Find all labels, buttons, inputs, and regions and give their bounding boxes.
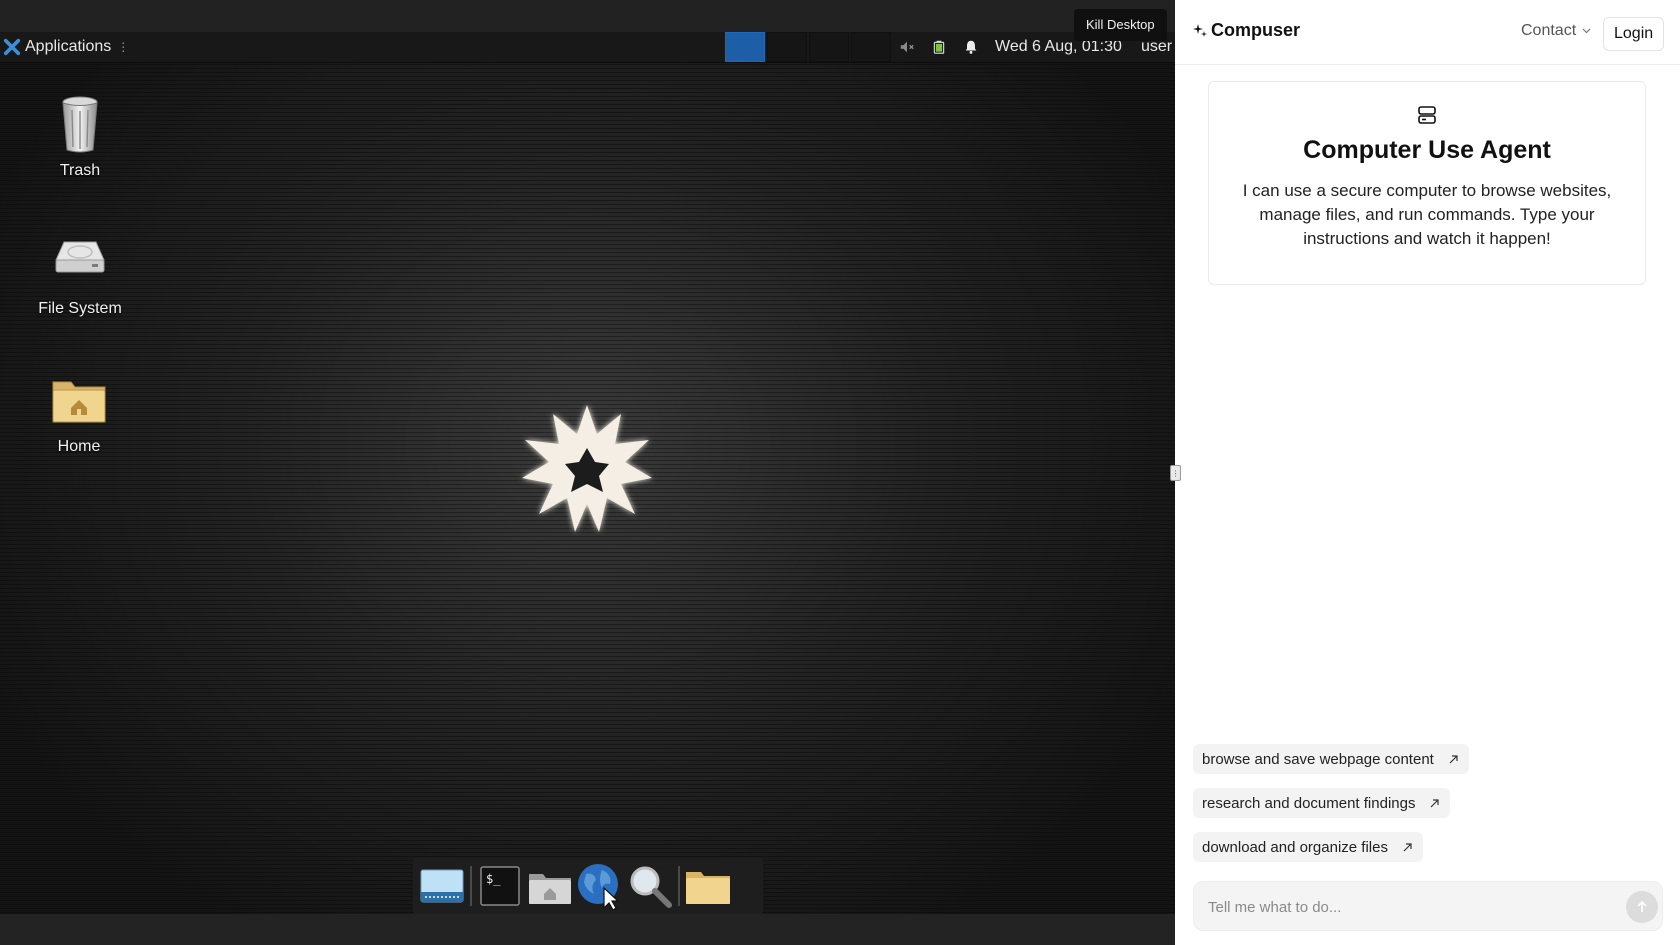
search-icon bbox=[630, 866, 672, 908]
arrow-up-right-icon bbox=[1431, 798, 1440, 807]
dock-files[interactable] bbox=[683, 861, 733, 911]
home-folder-icon bbox=[529, 874, 571, 904]
dock-web-browser[interactable] bbox=[575, 861, 625, 911]
suggestion-list: browse and save webpage content research… bbox=[1193, 744, 1469, 862]
battery-icon[interactable] bbox=[930, 38, 948, 56]
web-browser-icon bbox=[578, 864, 620, 910]
contact-dropdown[interactable]: Contact bbox=[1521, 22, 1591, 40]
suggestion-chip[interactable]: download and organize files bbox=[1193, 832, 1423, 862]
desktop-icon-home[interactable]: Home bbox=[9, 368, 149, 456]
applications-menu[interactable]: Applications ⋮ bbox=[0, 32, 129, 62]
server-icon bbox=[1418, 106, 1436, 124]
suggestion-label: download and organize files bbox=[1202, 838, 1388, 856]
trash-icon bbox=[62, 96, 98, 153]
terminal-icon: $_ bbox=[480, 866, 520, 906]
sparkle-icon bbox=[1193, 23, 1207, 37]
suggestion-chip[interactable]: browse and save webpage content bbox=[1193, 744, 1469, 774]
dock-home-folder[interactable] bbox=[525, 861, 575, 911]
desktop-bottom-strip bbox=[0, 914, 1175, 945]
muted-volume-icon[interactable] bbox=[898, 38, 916, 56]
wallpaper-star-logo bbox=[522, 405, 652, 532]
dock-separator bbox=[678, 866, 680, 906]
system-tray bbox=[898, 32, 980, 62]
arrow-up-right-icon bbox=[1403, 842, 1412, 851]
suggestion-chip[interactable]: research and document findings bbox=[1193, 788, 1451, 818]
workspace-2[interactable] bbox=[767, 32, 807, 62]
dock-search[interactable] bbox=[625, 861, 675, 911]
desktop-icon-label: Trash bbox=[59, 162, 101, 179]
agent-sidebar: Compuser Contact Login Computer Use Agen… bbox=[1175, 0, 1680, 945]
workspace-1[interactable] bbox=[725, 32, 765, 62]
xfce-top-panel: Applications ⋮ Wed 6 Aug, 01:30 user bbox=[0, 32, 1175, 63]
desktop-icon-label: File System bbox=[38, 300, 122, 317]
remote-desktop[interactable]: Applications ⋮ Wed 6 Aug, 01:30 user Kil… bbox=[0, 0, 1175, 945]
workspace-3[interactable] bbox=[809, 32, 849, 62]
card-title: Computer Use Agent bbox=[1303, 136, 1551, 164]
folder-icon bbox=[686, 872, 730, 904]
applications-label: Applications bbox=[25, 38, 112, 55]
svg-text:$_: $_ bbox=[486, 872, 501, 886]
contact-label: Contact bbox=[1521, 22, 1577, 39]
home-folder-icon bbox=[52, 381, 106, 423]
xfce-logo-icon bbox=[3, 38, 21, 56]
dock-terminal[interactable]: $_ bbox=[475, 861, 525, 911]
agent-intro-card: Computer Use Agent I can use a secure co… bbox=[1208, 81, 1646, 285]
suggestion-label: browse and save webpage content bbox=[1202, 750, 1434, 768]
arrow-up-right-icon bbox=[1449, 754, 1458, 763]
card-description: I can use a secure computer to browse we… bbox=[1242, 181, 1612, 248]
drive-icon bbox=[55, 241, 105, 273]
login-button[interactable]: Login bbox=[1603, 17, 1665, 51]
task-input[interactable] bbox=[1206, 882, 1610, 932]
notification-bell-icon[interactable] bbox=[962, 38, 980, 56]
kill-desktop-button[interactable]: Kill Desktop bbox=[1074, 9, 1167, 41]
chat-input-box bbox=[1193, 881, 1663, 932]
brand-logo[interactable]: Compuser bbox=[1193, 20, 1300, 41]
suggestion-label: research and document findings bbox=[1202, 794, 1416, 812]
dock-show-desktop[interactable] bbox=[417, 861, 467, 911]
dock-separator bbox=[470, 866, 472, 906]
arrow-up-icon bbox=[1637, 901, 1647, 912]
desktop-icon-trash[interactable]: Trash bbox=[10, 92, 150, 180]
desktop-top-strip bbox=[0, 0, 1175, 32]
brand-name: Compuser bbox=[1211, 20, 1301, 40]
workspace-4[interactable] bbox=[851, 32, 891, 62]
panel-grip-icon: ⋮ bbox=[117, 40, 129, 54]
sidebar-header: Compuser Contact Login bbox=[1175, 0, 1680, 65]
chevron-down-icon bbox=[1582, 28, 1591, 34]
workspace-switcher[interactable] bbox=[725, 32, 891, 62]
send-button[interactable] bbox=[1626, 891, 1658, 923]
bottom-dock: $_ bbox=[413, 858, 763, 914]
desktop-icon bbox=[420, 869, 464, 903]
desktop-icon-file-system[interactable]: File System bbox=[10, 230, 150, 318]
panel-resize-handle[interactable]: ⋮ bbox=[1170, 465, 1181, 481]
desktop-icon-label: Home bbox=[57, 438, 101, 455]
